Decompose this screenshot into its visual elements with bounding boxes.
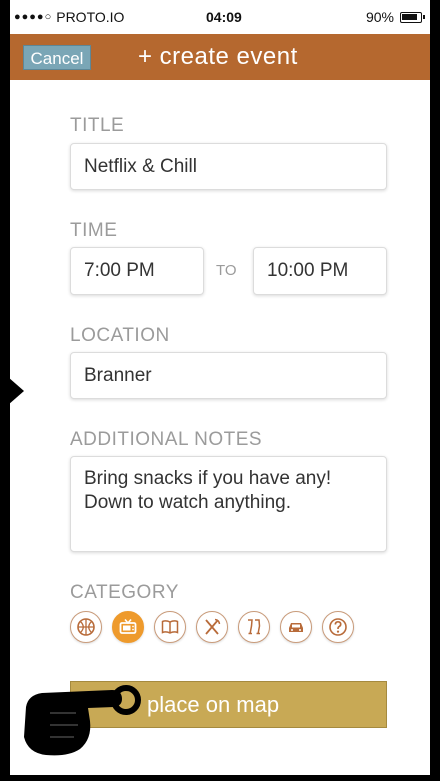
right-pointer-arrow-notes xyxy=(433,434,440,452)
location-label: LOCATION xyxy=(70,325,170,346)
phone-screen: ●●●●○ PROTO.IO 04:09 90% Cancel + create… xyxy=(10,0,430,775)
category-selector xyxy=(70,611,354,643)
book-icon xyxy=(161,620,179,634)
start-time-input[interactable]: 7:00 PM xyxy=(70,247,204,295)
basketball-icon xyxy=(77,618,95,636)
status-left: ●●●●○ PROTO.IO xyxy=(14,9,124,25)
carrier-label: PROTO.IO xyxy=(56,9,125,25)
utensils-icon xyxy=(205,618,221,635)
category-label: CATEGORY xyxy=(70,582,179,603)
end-time-input[interactable]: 10:00 PM xyxy=(253,247,387,295)
status-bar: ●●●●○ PROTO.IO 04:09 90% xyxy=(10,0,430,34)
tv-icon xyxy=(119,618,137,634)
battery-icon xyxy=(400,11,425,23)
status-right: 90% xyxy=(365,9,425,25)
car-icon xyxy=(289,623,303,632)
category-book-button[interactable] xyxy=(154,611,186,643)
page-title: + create event xyxy=(138,43,298,70)
category-tv-button[interactable] xyxy=(112,611,144,643)
device-frame-bottom xyxy=(0,775,440,781)
device-frame-right xyxy=(430,0,440,781)
cheers-icon xyxy=(248,619,261,635)
signal-icon: ●●●●○ xyxy=(14,11,53,23)
left-pointer-arrow xyxy=(0,370,24,412)
title-input[interactable]: Netflix & Chill xyxy=(70,143,387,190)
battery-percent: 90% xyxy=(365,9,394,25)
nav-bar: Cancel + create event xyxy=(10,34,430,80)
notes-textarea[interactable]: Bring snacks if you have any! Down to wa… xyxy=(70,456,387,552)
status-time: 04:09 xyxy=(206,9,242,25)
notes-label: ADDITIONAL NOTES xyxy=(70,429,263,450)
category-basketball-button[interactable] xyxy=(70,611,102,643)
location-input[interactable]: Branner xyxy=(70,352,387,399)
category-food-button[interactable] xyxy=(196,611,228,643)
time-label: TIME xyxy=(70,220,118,241)
question-icon xyxy=(329,618,347,636)
title-label: TITLE xyxy=(70,115,125,136)
hand-pointer-icon xyxy=(24,685,141,756)
right-pointer-arrow-location xyxy=(433,336,440,354)
category-other-button[interactable] xyxy=(322,611,354,643)
cancel-button[interactable]: Cancel xyxy=(23,45,91,70)
category-drinks-button[interactable] xyxy=(238,611,270,643)
category-car-button[interactable] xyxy=(280,611,312,643)
time-separator: TO xyxy=(216,262,237,279)
